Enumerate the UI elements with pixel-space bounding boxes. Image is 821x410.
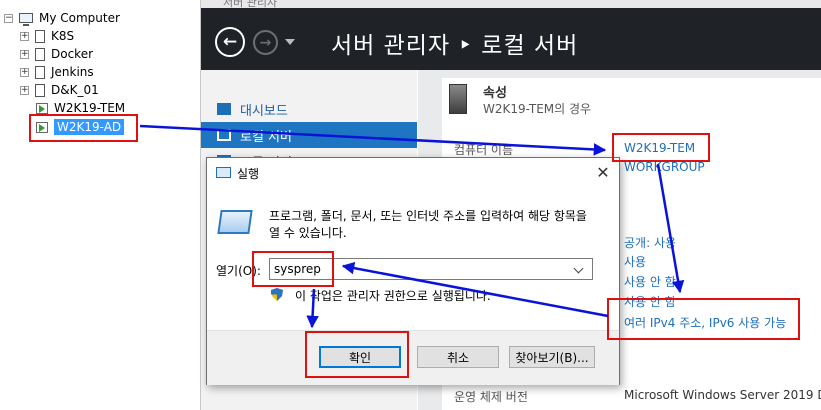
tree-item-docker[interactable]: + Docker bbox=[20, 45, 93, 63]
os-version-label: 운영 체제 버전 bbox=[454, 390, 528, 404]
folder-icon bbox=[35, 83, 45, 97]
admin-note: 이 작업은 관리자 권한으로 실행됩니다. bbox=[295, 289, 491, 303]
server-manager-header: ← → 서버 관리자 ‣ 로컬 서버 bbox=[201, 8, 821, 70]
tree-item-dk01[interactable]: + D&K_01 bbox=[20, 81, 99, 99]
cancel-button[interactable]: 취소 bbox=[417, 346, 499, 368]
uac-shield-icon bbox=[271, 288, 283, 301]
tree-item-label: W2K19-TEM bbox=[54, 101, 126, 115]
close-icon[interactable]: ✕ bbox=[593, 163, 613, 182]
properties-subheading: W2K19-TEM의 경우 bbox=[483, 102, 592, 116]
server-icon bbox=[217, 129, 231, 141]
tree-item-label: Docker bbox=[51, 47, 94, 61]
remote-desktop-link[interactable]: 사용 안 함 bbox=[624, 273, 676, 290]
sidebar-item-dashboard[interactable]: 대시보드 bbox=[201, 96, 417, 122]
dashboard-icon bbox=[217, 103, 231, 115]
tree-item-label: D&K_01 bbox=[51, 83, 99, 97]
expand-icon[interactable]: + bbox=[20, 31, 29, 41]
page-title: 서버 관리자 ‣ 로컬 서버 bbox=[331, 33, 579, 59]
sidebar-item-local-server[interactable]: 로컬 서버 bbox=[201, 122, 417, 148]
sidebar-item-label: 로컬 서버 bbox=[240, 129, 292, 145]
computer-icon bbox=[19, 13, 33, 26]
folder-icon bbox=[35, 65, 45, 79]
run-description: 프로그램, 폴더, 문서, 또는 인터넷 주소를 입력하여 해당 항목을 열 수… bbox=[269, 209, 587, 240]
run-dialog-footer: 확인 취소 찾아보기(B)... bbox=[207, 330, 619, 385]
sidebar-item-label: 대시보드 bbox=[240, 103, 288, 119]
tree-item-label: K8S bbox=[51, 29, 75, 43]
back-arrow-icon[interactable]: ← bbox=[215, 27, 245, 57]
vm-running-icon bbox=[36, 102, 48, 114]
forward-arrow-icon[interactable]: → bbox=[253, 30, 278, 55]
annotation-box-ok bbox=[305, 331, 409, 378]
tree-item-jenkins[interactable]: + Jenkins bbox=[20, 63, 94, 81]
remote-management-link[interactable]: 사용 bbox=[624, 253, 646, 270]
expand-icon[interactable]: + bbox=[20, 67, 29, 77]
tree-root-label: My Computer bbox=[39, 11, 120, 25]
folder-icon bbox=[35, 47, 45, 61]
browse-button[interactable]: 찾아보기(B)... bbox=[509, 346, 595, 368]
workgroup-link[interactable]: WORKGROUP bbox=[624, 160, 705, 174]
annotation-box-vm bbox=[29, 114, 138, 142]
collapse-icon[interactable]: − bbox=[4, 13, 13, 23]
tree-item-k8s[interactable]: + K8S bbox=[20, 27, 74, 45]
run-dialog-title: 실행 bbox=[237, 167, 260, 181]
annotation-box-computer-name bbox=[612, 133, 710, 162]
properties-heading: 속성 bbox=[483, 86, 507, 101]
computer-name-label: 컴퓨터 이름 bbox=[454, 143, 514, 157]
firewall-link[interactable]: 공개: 사용 bbox=[624, 234, 676, 251]
expand-icon[interactable]: + bbox=[20, 49, 29, 59]
server-tower-icon bbox=[449, 84, 467, 114]
tree-root-my-computer[interactable]: − My Computer bbox=[4, 9, 120, 27]
annotation-box-input bbox=[252, 251, 334, 287]
folder-icon bbox=[35, 29, 45, 43]
nav-history-dropdown-icon[interactable] bbox=[285, 39, 295, 45]
run-dialog-titlebar[interactable]: 실행 ✕ bbox=[207, 158, 619, 188]
tree-item-label: Jenkins bbox=[51, 65, 94, 79]
run-icon bbox=[216, 167, 231, 178]
vm-tree-panel: − My Computer + K8S + Docker + Jenkins +… bbox=[0, 0, 201, 410]
os-version-value: Microsoft Windows Server 2019 Dat bbox=[624, 388, 821, 402]
run-program-icon bbox=[217, 210, 253, 234]
expand-icon[interactable]: + bbox=[20, 85, 29, 95]
server-manager-titlebar: 서버 관리자 bbox=[201, 0, 821, 9]
annotation-box-ethernet bbox=[607, 298, 800, 340]
